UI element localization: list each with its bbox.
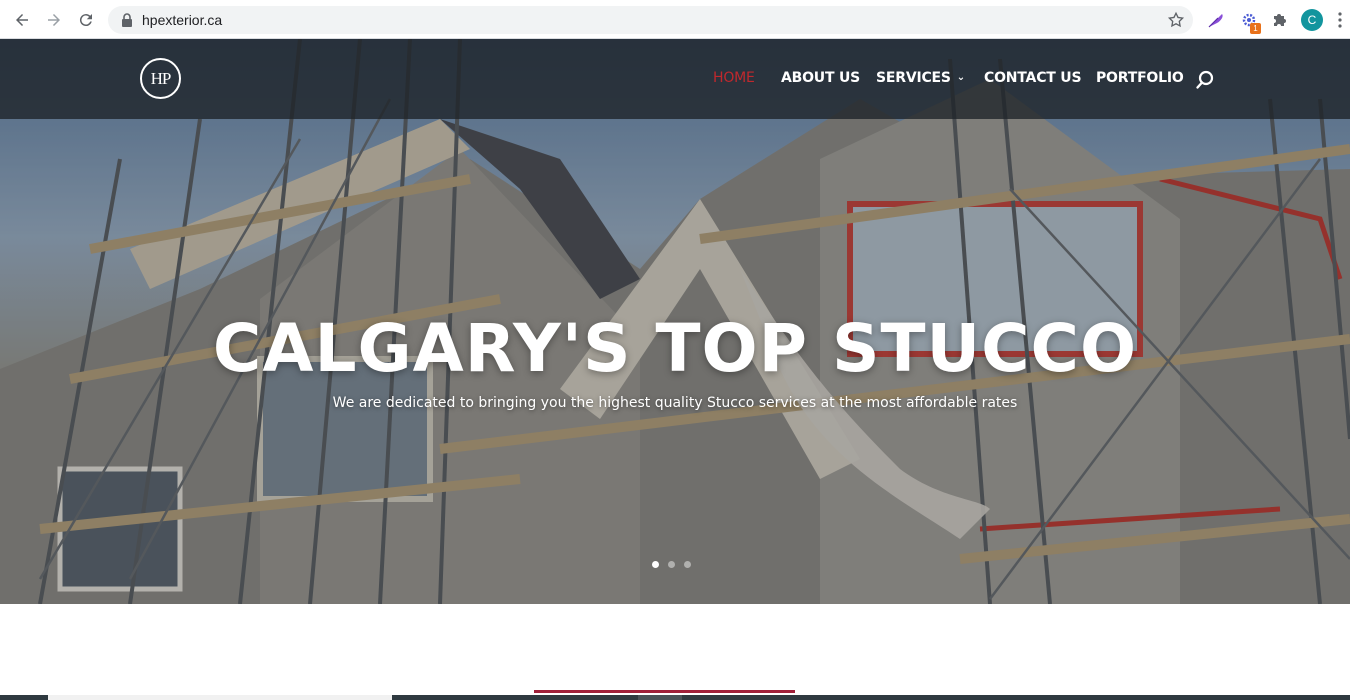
- slider-dot-2[interactable]: [668, 561, 675, 568]
- lock-icon: [122, 13, 132, 27]
- hero-subtitle: We are dedicated to bringing you the hig…: [332, 395, 1018, 411]
- site-logo[interactable]: HP: [140, 58, 181, 99]
- site-header: HP HOME ABOUT US SERVICES ⌄ CONTACT US PO…: [0, 39, 1350, 119]
- search-icon[interactable]: [1195, 70, 1215, 90]
- slider-pagination: [652, 561, 691, 568]
- profile-avatar[interactable]: C: [1301, 9, 1323, 31]
- next-section-light-block: [48, 695, 392, 700]
- nav-contact-us[interactable]: CONTACT US: [984, 70, 1082, 86]
- address-bar[interactable]: hpexterior.ca: [108, 6, 1193, 34]
- slider-dot-3[interactable]: [684, 561, 691, 568]
- back-button[interactable]: [10, 8, 34, 32]
- hero-title: CALGARY'S TOP STUCCO: [212, 310, 1138, 387]
- reload-icon: [79, 14, 92, 27]
- forward-button[interactable]: [42, 8, 66, 32]
- star-icon[interactable]: [1167, 11, 1185, 29]
- next-section-gap: [638, 695, 682, 700]
- feather-extension-icon[interactable]: [1206, 10, 1226, 30]
- nav-services-label: SERVICES: [876, 70, 951, 86]
- reload-button[interactable]: [74, 8, 98, 32]
- url-text: hpexterior.ca: [142, 12, 223, 28]
- nav-about-us[interactable]: ABOUT US: [781, 70, 860, 86]
- menu-dots-icon[interactable]: [1336, 11, 1344, 29]
- hero-slider: HP HOME ABOUT US SERVICES ⌄ CONTACT US PO…: [0, 39, 1350, 604]
- slider-dot-1[interactable]: [652, 561, 659, 568]
- browser-toolbar: hpexterior.ca 1 C: [0, 0, 1350, 39]
- nav-home[interactable]: HOME: [713, 70, 755, 86]
- chevron-down-icon: ⌄: [956, 72, 965, 83]
- nav-services[interactable]: SERVICES ⌄: [876, 70, 965, 86]
- forward-icon: [48, 14, 60, 26]
- nav-portfolio[interactable]: PORTFOLIO: [1096, 70, 1184, 86]
- back-icon: [16, 14, 28, 26]
- puzzle-icon[interactable]: [1270, 10, 1290, 30]
- extension-badge: 1: [1250, 23, 1261, 34]
- section-accent-line: [534, 690, 795, 693]
